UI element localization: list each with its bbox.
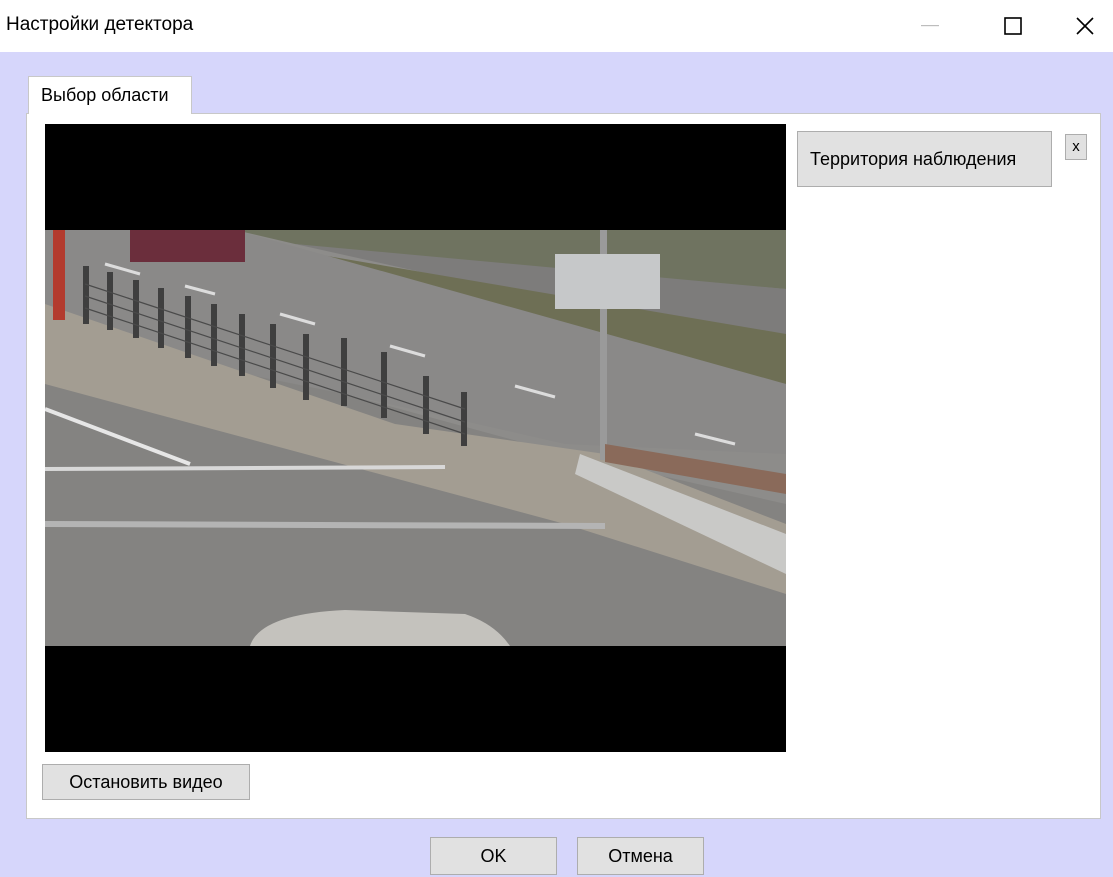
video-preview[interactable] bbox=[45, 124, 786, 752]
zone-button-surveillance-area[interactable]: Территория наблюдения bbox=[797, 131, 1052, 187]
minimize-icon bbox=[921, 25, 939, 27]
zone-remove-button[interactable]: x bbox=[1065, 134, 1087, 160]
dialog-client-area: Выбор области Территория наблюдения x Ос… bbox=[0, 52, 1113, 877]
close-icon bbox=[1076, 17, 1094, 35]
title-bar: Настройки детектора bbox=[0, 0, 1113, 52]
window-title: Настройки детектора bbox=[6, 14, 194, 35]
maximize-icon bbox=[1004, 17, 1022, 35]
cancel-button[interactable]: Отмена bbox=[577, 837, 704, 875]
video-frame bbox=[45, 124, 786, 752]
tab-panel: Территория наблюдения x Остановить видео bbox=[26, 113, 1101, 819]
maximize-button[interactable] bbox=[985, 0, 1041, 52]
close-button[interactable] bbox=[1057, 0, 1113, 52]
camera-image bbox=[45, 230, 786, 646]
tab-area-selection[interactable]: Выбор области bbox=[28, 76, 192, 114]
stop-video-button[interactable]: Остановить видео bbox=[42, 764, 250, 800]
minimize-button[interactable] bbox=[902, 0, 958, 52]
ok-button[interactable]: OK bbox=[430, 837, 557, 875]
